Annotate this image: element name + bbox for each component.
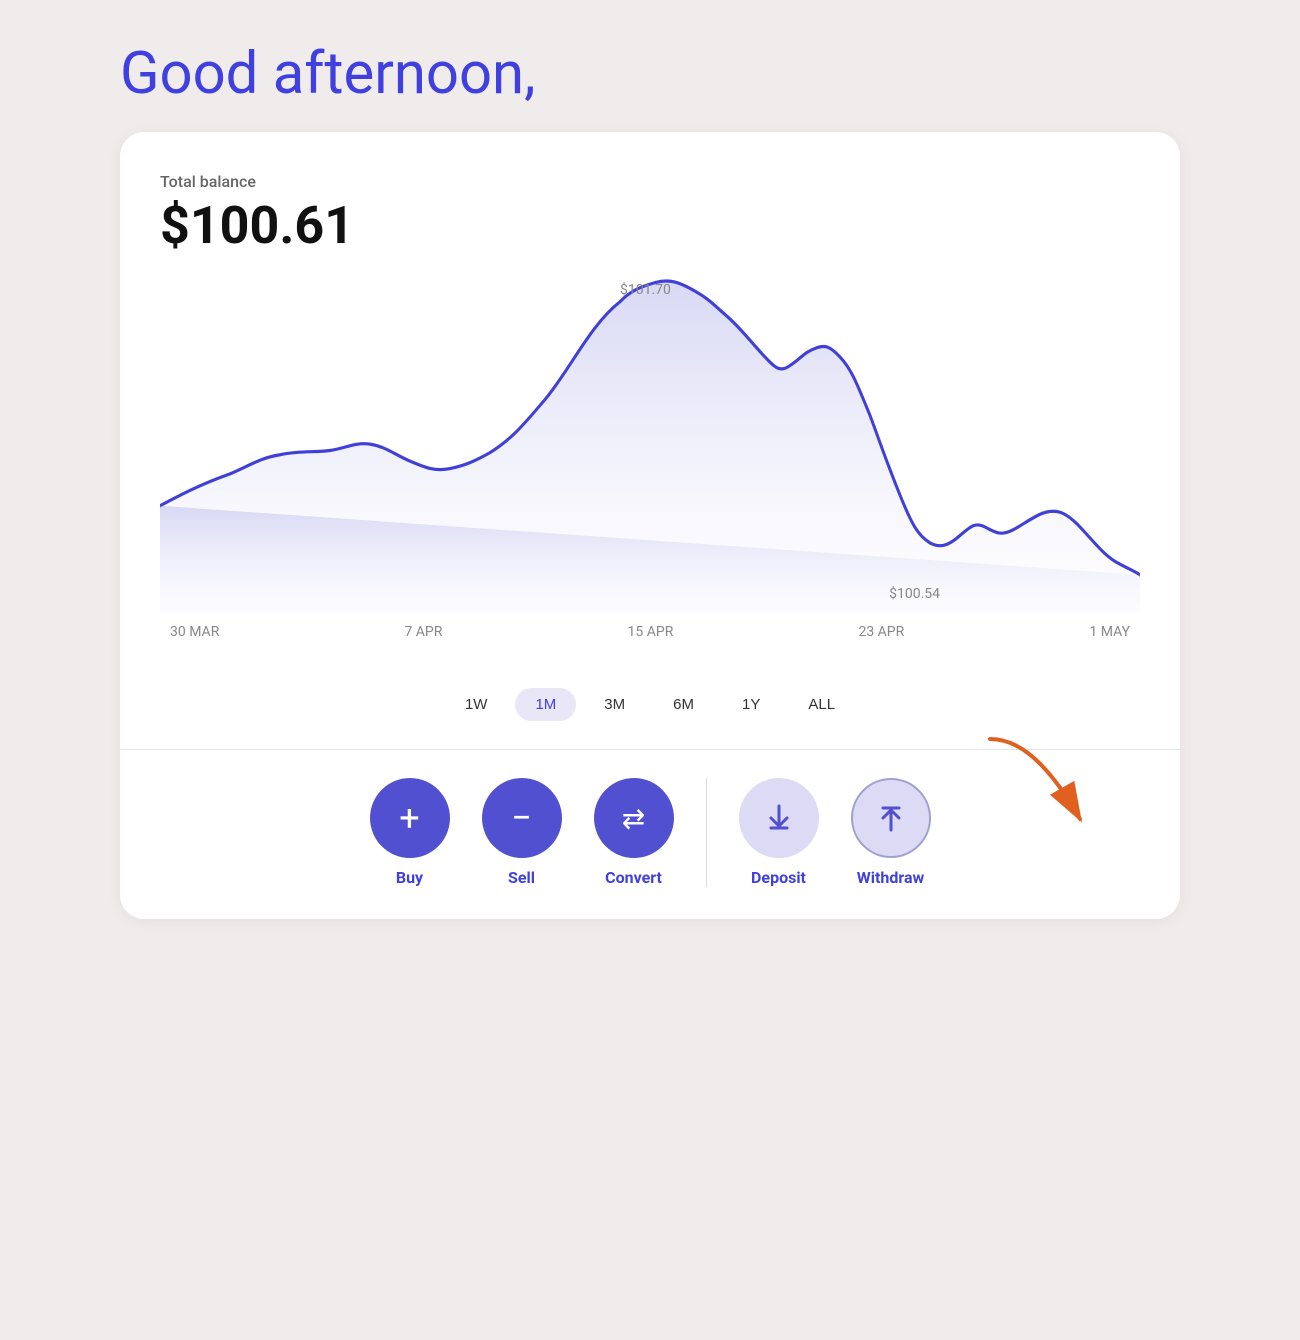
withdraw-action[interactable]: Withdraw [851, 778, 931, 887]
balance-label: Total balance [160, 172, 1140, 191]
convert-label: Convert [605, 868, 662, 887]
buy-icon: + [370, 778, 450, 858]
deposit-action[interactable]: Deposit [739, 778, 819, 887]
deposit-icon [739, 778, 819, 858]
greeting-text: Good afternoon, [120, 40, 1180, 108]
date-label-1: 30 MAR [170, 624, 219, 640]
sell-action[interactable]: − Sell [482, 778, 562, 887]
secondary-actions: Deposit Withdraw [739, 778, 931, 887]
period-1w[interactable]: 1W [445, 688, 508, 721]
buy-label: Buy [396, 868, 423, 887]
chart-label-bottom: $100.54 [889, 586, 940, 602]
convert-action[interactable]: ⇄ Convert [594, 778, 674, 887]
sell-icon: − [482, 778, 562, 858]
action-bar: + Buy − Sell ⇄ Convert [160, 750, 1140, 919]
date-label-5: 1 MAY [1089, 624, 1130, 640]
main-card: Total balance $100.61 $101.70 $100.54 30… [120, 132, 1180, 919]
period-6m[interactable]: 6M [653, 688, 714, 721]
action-bar-wrapper: + Buy − Sell ⇄ Convert [160, 750, 1140, 919]
buy-action[interactable]: + Buy [370, 778, 450, 887]
withdraw-label: Withdraw [857, 868, 925, 887]
period-1m[interactable]: 1M [515, 688, 576, 721]
date-label-4: 23 APR [858, 624, 904, 640]
balance-amount: $100.61 [160, 195, 1140, 256]
chart-label-top: $101.70 [620, 282, 671, 298]
chart-svg [160, 272, 1140, 612]
time-axis: 30 MAR 7 APR 15 APR 23 APR 1 MAY [160, 624, 1140, 640]
period-3m[interactable]: 3M [584, 688, 645, 721]
date-label-2: 7 APR [404, 624, 442, 640]
primary-actions: + Buy − Sell ⇄ Convert [370, 778, 707, 887]
period-1y[interactable]: 1Y [722, 688, 780, 721]
withdraw-icon [851, 778, 931, 858]
date-label-3: 15 APR [628, 624, 674, 640]
balance-section: Total balance $100.61 [160, 172, 1140, 256]
chart-container: $101.70 $100.54 30 MAR 7 APR 15 APR 23 A… [160, 272, 1140, 672]
period-all[interactable]: ALL [788, 688, 855, 721]
sell-label: Sell [508, 868, 535, 887]
deposit-label: Deposit [751, 868, 806, 887]
convert-icon: ⇄ [594, 778, 674, 858]
period-selector: 1W 1M 3M 6M 1Y ALL [160, 688, 1140, 721]
